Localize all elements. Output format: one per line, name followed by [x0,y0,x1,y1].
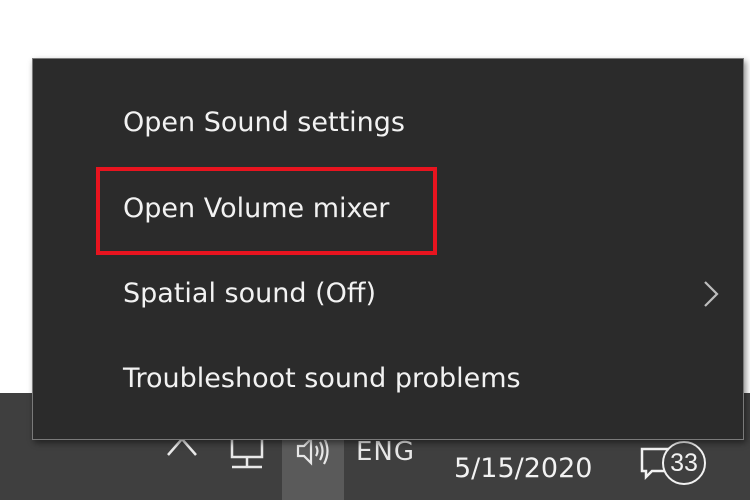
menu-item-troubleshoot-sound[interactable]: Troubleshoot sound problems [33,337,743,421]
clock-date[interactable]: 5/15/2020 [454,453,592,484]
menu-item-label: Open Sound settings [123,107,405,138]
chevron-right-icon [704,281,719,307]
action-center-button[interactable]: 33 [638,437,718,487]
menu-item-label: Spatial sound (Off) [123,278,376,309]
sound-context-menu: Open Sound settings Open Volume mixer Sp… [32,58,744,440]
menu-item-open-volume-mixer[interactable]: Open Volume mixer [33,167,743,251]
input-language-indicator[interactable]: ENG [356,437,415,467]
menu-item-label: Open Volume mixer [123,193,390,224]
menu-item-label: Troubleshoot sound problems [123,363,521,394]
menu-item-spatial-sound[interactable]: Spatial sound (Off) [33,252,743,336]
menu-item-open-sound-settings[interactable]: Open Sound settings [33,81,743,165]
notification-count-badge: 33 [662,441,706,485]
